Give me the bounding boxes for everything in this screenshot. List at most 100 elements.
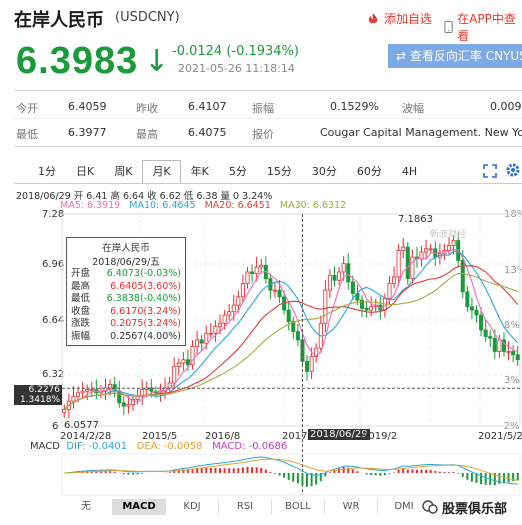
tooltip-title: 在岸人民币 [102, 243, 150, 254]
candle-body [126, 404, 131, 407]
dea-label: DEA: -0.0058 [136, 441, 203, 452]
candle-body [405, 246, 410, 279]
candle-body [236, 296, 241, 306]
tab-none[interactable]: 无 [60, 499, 113, 515]
tooltip-value: 6.3838(-0.40%) [106, 293, 181, 304]
candle-body [117, 390, 122, 404]
tooltip-value: 6.6170(3.24%) [110, 305, 181, 317]
x-tick-label: 2019/2 [362, 431, 398, 442]
candle-body [80, 390, 85, 394]
candle-body [62, 409, 67, 414]
candle-body [451, 240, 456, 246]
candle-body [121, 402, 126, 407]
tooltip-label: 收盘 [71, 305, 91, 317]
candle-body [222, 314, 227, 324]
candle-body [71, 395, 76, 402]
dea-line [64, 458, 518, 481]
candle-body [250, 271, 255, 275]
candle-body [227, 311, 232, 316]
candle-body [240, 283, 245, 298]
candle-body [369, 306, 374, 311]
candle-body [176, 362, 181, 367]
high-label: 7.1863 [398, 214, 433, 225]
candle-body [181, 359, 186, 364]
candle-body [460, 259, 465, 293]
candle-body [135, 395, 140, 400]
candle-body [428, 248, 433, 251]
candle-body [479, 314, 484, 331]
candle-body [185, 359, 190, 366]
tooltip-label: 振幅 [71, 330, 91, 342]
candle-body [245, 271, 250, 284]
candle-body [506, 351, 511, 353]
candle-body [465, 291, 470, 308]
candle-body [323, 289, 328, 324]
candle-body [231, 304, 236, 313]
tab-rsi[interactable]: RSI [219, 499, 272, 515]
tooltip-date: 2018/06/29/五 [92, 257, 160, 268]
candle-body [108, 384, 113, 389]
crosshair-y-label: 6.2276 1.3418% [14, 385, 62, 405]
tooltip-value: 0.2567(4.00%) [110, 330, 181, 342]
tooltip-value: 6.6405(3.60%) [110, 280, 181, 292]
tooltip-value: 6.4073(-0.03%) [106, 268, 181, 279]
macd-value-label: MACD: -0.0686 [212, 441, 288, 452]
tooltip-label: 最低 [71, 293, 91, 304]
x-tick-label: 2021/5/26 [478, 431, 522, 442]
tab-wr[interactable]: WR [325, 499, 378, 515]
candle-body [497, 339, 502, 352]
candle-body [295, 331, 300, 341]
candle-body [401, 246, 406, 251]
candle-body [309, 356, 314, 372]
ohlc-tooltip: 在岸人民币 2018/06/29/五 开盘 6.4073(-0.03%) 最高 6.… [66, 237, 186, 346]
candle-body [474, 309, 479, 316]
candle-body [515, 354, 520, 361]
candle-body [208, 332, 213, 335]
crosshair-price: 6.2276 [28, 385, 61, 395]
tooltip-label: 开盘 [71, 268, 91, 279]
candle-body [218, 322, 223, 328]
tooltip-value: 0.2075(3.24%) [110, 318, 181, 329]
candle-body [272, 289, 277, 292]
candle-body [85, 389, 90, 392]
candle-body [410, 256, 415, 279]
wechat-icon [422, 500, 438, 514]
macd-title: MACD [30, 441, 60, 452]
low-label: 6.0577 [64, 420, 99, 431]
candle-body [199, 339, 204, 344]
candle-body [396, 250, 401, 278]
candle-body [195, 339, 200, 347]
candle-body [447, 245, 452, 251]
macd-legend: MACD DIF: -0.0401 DEA: -0.0058 MACD: -0.… [30, 441, 287, 452]
macd-frame [61, 453, 521, 496]
candle-body [167, 382, 172, 389]
tooltip-label: 涨跌 [71, 318, 91, 329]
dif-label: DIF: -0.0401 [66, 441, 128, 452]
candle-body [501, 339, 506, 352]
tab-boll[interactable]: BOLL [272, 499, 325, 515]
candle-body [332, 274, 337, 281]
candle-body [488, 336, 493, 339]
candle-body [277, 289, 282, 298]
candle-body [286, 309, 291, 323]
candle-body [392, 276, 397, 284]
candle-body [213, 326, 218, 334]
candle-body [419, 251, 424, 260]
tab-kdj[interactable]: KDJ [166, 499, 219, 515]
candle-body [387, 283, 392, 299]
candle-body [254, 266, 259, 275]
candle-body [483, 329, 488, 337]
candle-body [492, 337, 497, 352]
candle-body [89, 389, 94, 391]
tab-macd[interactable]: MACD [113, 499, 166, 515]
candle-body [305, 361, 310, 372]
x-crosshair-label: 2018/06/29 [308, 429, 370, 440]
candle-body [337, 271, 342, 281]
candle-body [469, 306, 474, 311]
candle-body [341, 263, 346, 273]
tooltip-label: 最高 [71, 280, 91, 292]
candle-body [76, 392, 81, 397]
candle-body [158, 390, 163, 394]
candle-body [346, 263, 351, 283]
brand-watermark: 股票俱乐部 [418, 496, 512, 518]
